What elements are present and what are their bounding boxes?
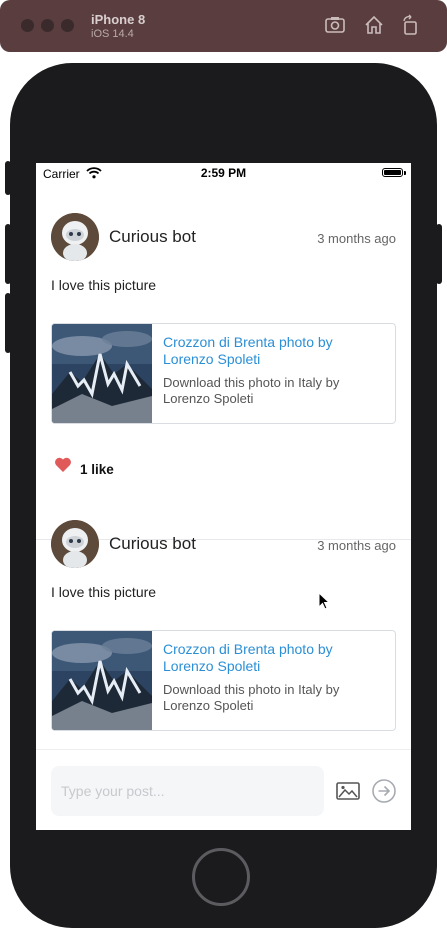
- avatar[interactable]: [51, 213, 99, 261]
- send-arrow-icon[interactable]: [371, 778, 397, 804]
- link-card-description: Download this photo in Italy by Lorenzo …: [163, 375, 340, 406]
- mountain-thumbnail: [52, 324, 152, 423]
- post-time: 3 months ago: [317, 231, 396, 246]
- phone-home-button[interactable]: [192, 848, 250, 906]
- mountain-image: [52, 324, 152, 423]
- home-icon[interactable]: [363, 14, 385, 36]
- mountain-thumbnail: [52, 631, 152, 730]
- link-card-title[interactable]: Crozzon di Brenta photo by Lorenzo Spole…: [163, 641, 383, 675]
- post-text: I love this picture: [51, 277, 157, 293]
- close-window-button[interactable]: [21, 19, 34, 32]
- minimize-window-button[interactable]: [41, 19, 54, 32]
- post-username[interactable]: Curious bot: [109, 227, 196, 247]
- post-composer: [36, 749, 411, 830]
- post-time: 3 months ago: [317, 538, 396, 553]
- post-username[interactable]: Curious bot: [109, 534, 196, 554]
- battery-icon: [382, 168, 403, 177]
- screenshot-icon[interactable]: [324, 14, 346, 36]
- zoom-window-button[interactable]: [61, 19, 74, 32]
- avatar[interactable]: [51, 520, 99, 568]
- image-icon[interactable]: [335, 778, 361, 804]
- mountain-image: [52, 631, 152, 730]
- rotate-icon[interactable]: [399, 14, 421, 36]
- robot-avatar-image: [51, 520, 99, 568]
- post-text: I love this picture: [51, 584, 157, 600]
- link-preview-card[interactable]: Crozzon di Brenta photo by Lorenzo Spole…: [51, 630, 396, 731]
- like-count: 1 like: [80, 462, 114, 477]
- link-card-description: Download this photo in Italy by Lorenzo …: [163, 682, 340, 713]
- status-time: 2:59 PM: [200, 166, 247, 180]
- app-screen: Carrier 2:59 PM Curious bot 3 months ago…: [36, 163, 411, 830]
- simulator-title-bar: iPhone 8 iOS 14.4: [0, 0, 447, 52]
- volume-down-button: [5, 293, 11, 353]
- power-button: [436, 224, 442, 284]
- robot-avatar-image: [51, 213, 99, 261]
- link-card-title[interactable]: Crozzon di Brenta photo by Lorenzo Spole…: [163, 334, 383, 368]
- device-name: iPhone 8: [91, 12, 146, 27]
- link-preview-card[interactable]: Crozzon di Brenta photo by Lorenzo Spole…: [51, 323, 396, 424]
- post-input[interactable]: [51, 766, 324, 816]
- os-version: iOS 14.4: [91, 28, 134, 40]
- status-bar: Carrier 2:59 PM: [36, 163, 411, 183]
- battery-cap: [404, 171, 406, 175]
- mouse-cursor-icon: [318, 592, 331, 610]
- mute-switch: [5, 161, 11, 195]
- volume-up-button: [5, 224, 11, 284]
- heart-icon[interactable]: [54, 457, 72, 473]
